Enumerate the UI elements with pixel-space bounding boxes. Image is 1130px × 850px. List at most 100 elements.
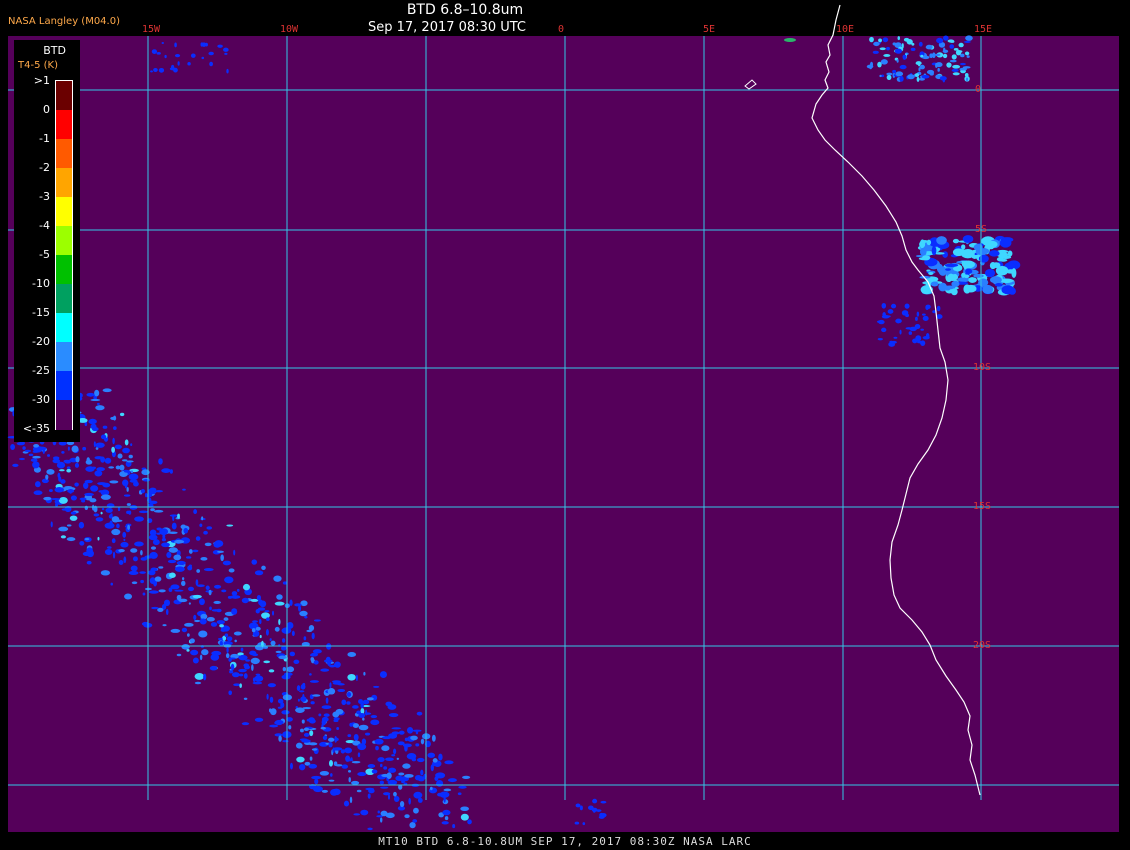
cloud-patch (343, 800, 350, 807)
cloud-patch (78, 521, 85, 529)
cloud-patch (111, 538, 116, 544)
cloud-patch (126, 460, 134, 463)
cloud-patch (945, 268, 951, 271)
cloud-patch (462, 775, 471, 779)
cloud-patch (393, 791, 397, 797)
latitude-label: 20S (973, 640, 992, 651)
cloud-patch (582, 822, 586, 826)
cloud-patch (250, 598, 259, 602)
cloud-patch (930, 281, 939, 287)
cloud-patch (174, 54, 181, 58)
cloud-patch (329, 682, 332, 689)
cloud-patch (276, 594, 283, 600)
cloud-patch (161, 42, 165, 45)
cloud-patch (59, 469, 65, 472)
cloud-patch (430, 764, 434, 772)
cloud-patch (168, 587, 173, 592)
cloud-patch (112, 551, 116, 559)
legend-color-swatch (56, 255, 72, 285)
cloud-patch (899, 329, 902, 335)
cloud-patch (989, 276, 1002, 284)
legend-color-swatch (56, 197, 72, 227)
cloud-patch (234, 639, 237, 643)
cloud-patch (942, 251, 948, 258)
cloud-patch (122, 531, 127, 538)
cloud-patch (968, 277, 976, 283)
cloud-patch (958, 42, 964, 48)
cloud-patch (238, 668, 247, 673)
cloud-patch (70, 511, 77, 515)
cloud-patch (251, 628, 256, 633)
cloud-patch (187, 586, 195, 592)
cloud-patch (50, 521, 53, 528)
cloud-patch (319, 770, 330, 776)
cloud-patch (409, 822, 416, 829)
cloud-patch (952, 64, 961, 69)
cloud-patch (85, 459, 93, 465)
cloud-patch (289, 599, 293, 606)
cloud-patch (194, 681, 202, 685)
cloud-patch (878, 319, 885, 325)
cloud-patch (138, 510, 148, 514)
cloud-patch (220, 628, 226, 632)
cloud-patch (36, 446, 47, 451)
cloud-patch (148, 590, 159, 594)
cloud-patch (332, 747, 335, 753)
cloud-patch (176, 560, 186, 565)
cloud-patch (46, 469, 55, 475)
cloud-patch (52, 456, 60, 460)
cloud-patch (303, 732, 310, 737)
cloud-patch (161, 542, 170, 548)
cloud-patch (150, 546, 157, 550)
cloud-patch (132, 556, 138, 562)
cloud-patch (920, 328, 924, 331)
cloud-patch (34, 481, 41, 488)
cloud-patch (412, 729, 422, 732)
cloud-patch (230, 595, 241, 599)
cloud-patch (296, 756, 305, 763)
cloud-patch (74, 482, 79, 487)
cloud-patch (365, 787, 375, 791)
cloud-patch (270, 640, 276, 646)
cloud-patch (367, 764, 376, 768)
cloud-patch (956, 50, 963, 53)
cloud-patch (226, 636, 233, 642)
cloud-patch (128, 473, 139, 481)
cloud-patch (444, 816, 449, 821)
legend-unit: T4-5 (K) (18, 60, 58, 71)
cloud-patch (404, 744, 408, 752)
cloud-patch (100, 434, 107, 440)
cloud-patch (899, 64, 907, 70)
cloud-patch (130, 470, 134, 474)
legend-tick-label: -5 (39, 248, 50, 261)
latitude-label: 10S (973, 362, 992, 373)
cloud-patch (244, 665, 250, 670)
cloud-patch (231, 591, 238, 596)
cloud-patch (334, 661, 341, 668)
cloud-patch (177, 61, 180, 66)
cloud-patch (388, 712, 399, 718)
cloud-patch (129, 468, 139, 473)
cloud-patch (225, 653, 230, 659)
cloud-patch (209, 665, 218, 671)
cloud-patch (881, 302, 887, 309)
cloud-patch (122, 479, 129, 487)
cloud-patch (195, 536, 201, 541)
cloud-patch (45, 474, 49, 480)
cloud-patch (914, 324, 921, 330)
latitude-label: 0 (975, 84, 982, 95)
cloud-patch (150, 70, 153, 73)
cloud-patch (228, 568, 235, 573)
cloud-patch (216, 620, 225, 625)
cloud-patch (295, 707, 305, 713)
cloud-patch (965, 35, 973, 41)
cloud-patch (371, 769, 378, 774)
cloud-patch (221, 589, 227, 593)
cloud-patch (886, 46, 890, 51)
cloud-patch (353, 733, 359, 741)
cloud-patch (151, 606, 159, 610)
cloud-patch (881, 327, 887, 333)
cloud-patch (140, 488, 146, 494)
cloud-patch (188, 549, 193, 554)
cloud-patch (187, 61, 191, 66)
